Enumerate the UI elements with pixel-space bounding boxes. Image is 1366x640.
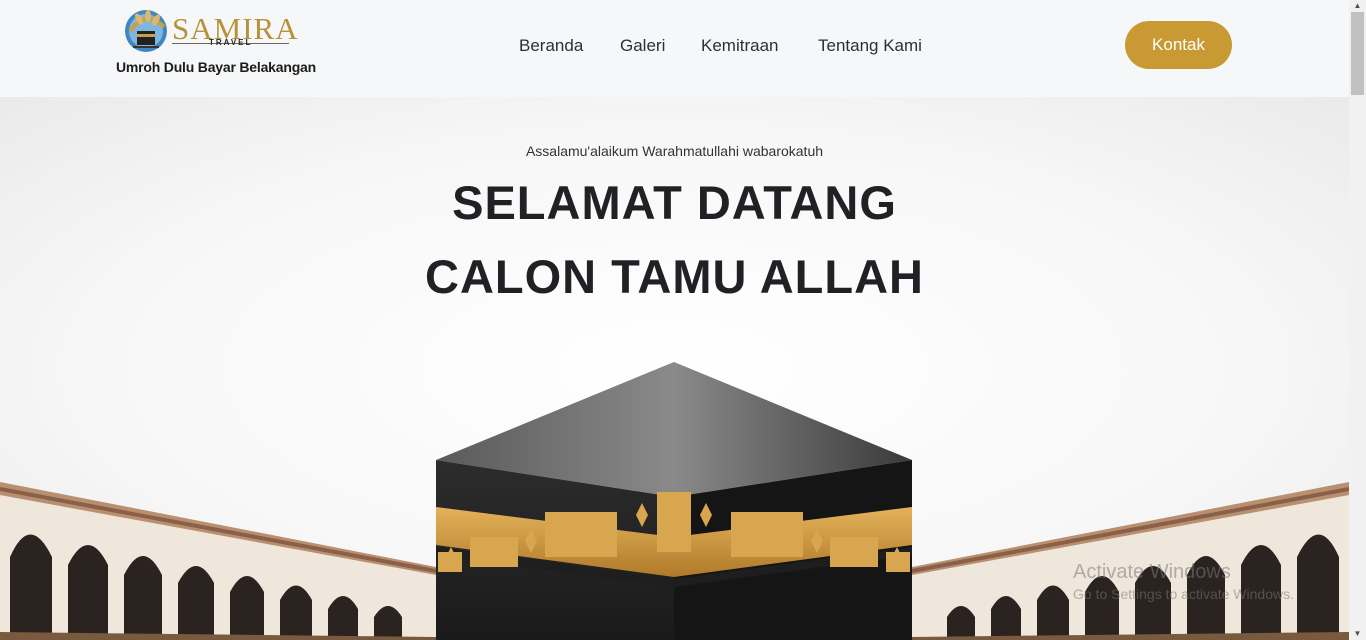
nav-kemitraan[interactable]: Kemitraan (701, 36, 778, 56)
kontak-button[interactable]: Kontak (1125, 21, 1232, 69)
header: SAMIRA TRAVEL Umroh Dulu Bayar Belakanga… (0, 0, 1349, 97)
watermark-title: Activate Windows (1073, 561, 1231, 583)
hero-title-line1: SELAMAT DATANG (452, 176, 897, 229)
tagline: Umroh Dulu Bayar Belakangan (116, 59, 316, 75)
hero: Assalamu'alaikum Warahmatullahi wabaroka… (0, 97, 1349, 640)
scrollbar-thumb[interactable] (1351, 12, 1364, 95)
hero-greeting: Assalamu'alaikum Warahmatullahi wabaroka… (525, 143, 824, 159)
nav-tentang-kami[interactable]: Tentang Kami (818, 36, 922, 56)
kaaba (436, 362, 912, 640)
logo-subtext: TRAVEL (209, 38, 253, 47)
scrollbar[interactable] (1349, 0, 1366, 640)
logo-emblem-icon (125, 10, 167, 52)
scroll-up-arrow-icon[interactable]: ▲ (1349, 0, 1366, 12)
watermark-subtitle: Go to Settings to activate Windows. (1073, 586, 1294, 602)
logo[interactable]: SAMIRA TRAVEL Umroh Dulu Bayar Belakanga… (116, 5, 316, 85)
page: SAMIRA TRAVEL Umroh Dulu Bayar Belakanga… (0, 0, 1349, 640)
hero-title-line2: CALON TAMU ALLAH (425, 250, 924, 303)
activate-windows-watermark: Activate Windows Go to Settings to activ… (1073, 561, 1294, 602)
nav-galeri[interactable]: Galeri (620, 36, 665, 56)
scroll-down-arrow-icon[interactable]: ▼ (1349, 628, 1366, 640)
nav-beranda[interactable]: Beranda (519, 36, 583, 56)
colonnade-left (0, 482, 437, 640)
